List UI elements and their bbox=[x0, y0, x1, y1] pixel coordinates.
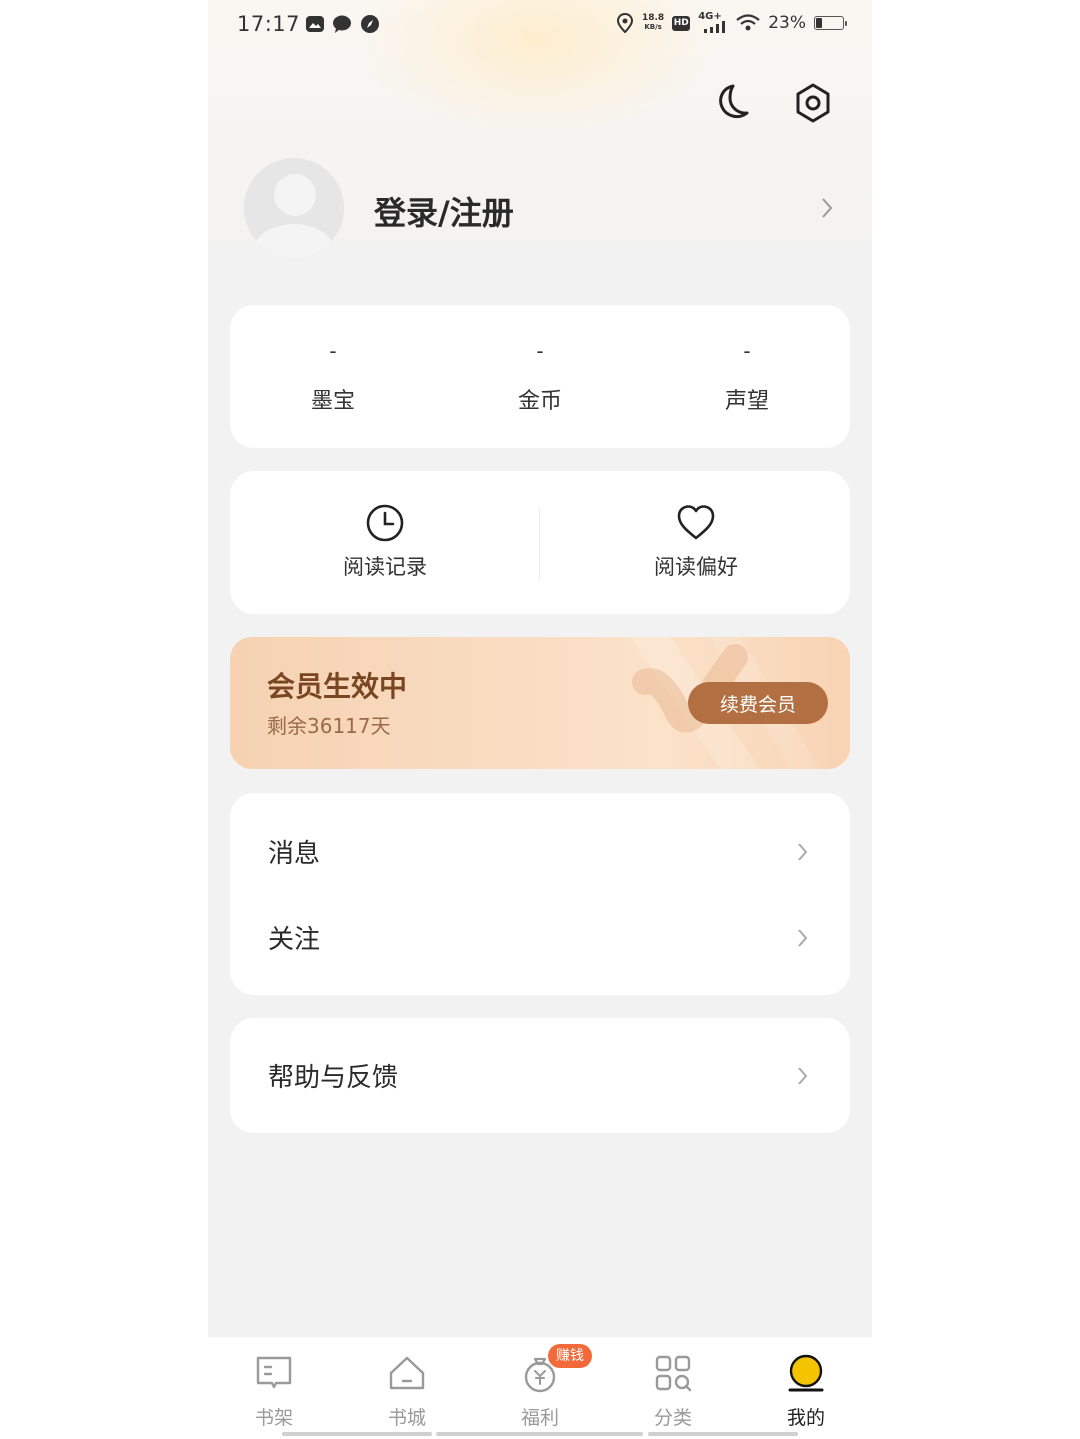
menu-card-social: 消息 关注 bbox=[230, 793, 850, 995]
settings-icon[interactable] bbox=[792, 82, 834, 124]
signal-bars-icon bbox=[704, 21, 726, 33]
tab-label: 我的 bbox=[786, 1407, 825, 1429]
renew-vip-button[interactable]: 续费会员 bbox=[688, 682, 828, 724]
clock-icon bbox=[366, 504, 404, 542]
menu-item-following[interactable]: 关注 bbox=[230, 895, 850, 981]
reading-preference-button[interactable]: 阅读偏好 bbox=[541, 471, 851, 614]
tab-label: 分类 bbox=[653, 1407, 692, 1429]
moon-icon[interactable] bbox=[711, 82, 753, 124]
vip-remaining-days: 剩余36117天 bbox=[267, 714, 391, 738]
home-indicator-segment bbox=[282, 1432, 432, 1436]
profile-icon bbox=[788, 1354, 824, 1392]
tab-bookshelf[interactable]: 书架 bbox=[208, 1337, 340, 1439]
stat-label: 墨宝 bbox=[310, 389, 355, 414]
hd-badge: HD bbox=[672, 15, 691, 31]
vip-status-title: 会员生效中 bbox=[267, 670, 408, 703]
login-row[interactable]: 登录/注册 bbox=[244, 158, 844, 258]
menu-item-help-feedback[interactable]: 帮助与反馈 bbox=[230, 1033, 850, 1119]
divider bbox=[539, 507, 540, 581]
menu-item-messages[interactable]: 消息 bbox=[230, 809, 850, 895]
status-indicators: 18.8 KB/s HD 4G+ 23% bbox=[616, 11, 847, 33]
message-notification-icon bbox=[333, 15, 351, 33]
battery-icon bbox=[814, 16, 847, 30]
heart-icon bbox=[677, 505, 715, 540]
home-indicator-segment bbox=[436, 1432, 643, 1436]
quick-action-label: 阅读偏好 bbox=[654, 555, 738, 579]
stat-label: 声望 bbox=[724, 389, 769, 414]
menu-card-help: 帮助与反馈 bbox=[230, 1018, 850, 1133]
vip-banner[interactable]: 会员生效中 剩余36117天 续费会员 bbox=[230, 637, 850, 769]
battery-level bbox=[816, 18, 822, 28]
location-icon bbox=[616, 13, 633, 33]
app-screen: 17:17 18.8 KB/s HD 4G+ 23% 登录/注册 - 墨宝 - … bbox=[208, 0, 872, 1439]
category-icon bbox=[655, 1355, 692, 1392]
chevron-right-icon bbox=[798, 1067, 808, 1085]
menu-item-label: 帮助与反馈 bbox=[268, 1063, 399, 1093]
tab-label: 福利 bbox=[520, 1407, 559, 1429]
chevron-right-icon bbox=[822, 198, 833, 218]
quick-actions-card: 阅读记录 阅读偏好 bbox=[230, 471, 850, 614]
stats-card: - 墨宝 - 金币 - 声望 bbox=[230, 305, 850, 448]
bookshelf-icon bbox=[256, 1356, 292, 1389]
reading-history-button[interactable]: 阅读记录 bbox=[230, 471, 540, 614]
stat-value: - bbox=[536, 339, 544, 363]
menu-item-label: 消息 bbox=[268, 839, 321, 869]
network-speed-value: 18.8 bbox=[641, 13, 665, 23]
tab-mine[interactable]: 我的 bbox=[740, 1337, 872, 1439]
avatar-body-shape bbox=[252, 224, 336, 258]
gallery-notification-icon bbox=[306, 16, 324, 32]
login-register-link[interactable]: 登录/注册 bbox=[374, 188, 514, 234]
avatar-head-shape bbox=[274, 174, 316, 216]
bottom-tab-bar: 书架 书城 福利 赚钱 分类 我的 bbox=[208, 1337, 872, 1439]
tab-label: 书城 bbox=[387, 1407, 426, 1429]
home-icon bbox=[389, 1356, 425, 1390]
cellular-signal: 4G+ bbox=[698, 11, 728, 33]
chevron-right-icon bbox=[798, 843, 808, 861]
wifi-icon bbox=[736, 14, 760, 31]
tab-label: 书架 bbox=[254, 1407, 293, 1429]
stat-value: - bbox=[329, 339, 337, 363]
network-speed-unit: KB/s bbox=[644, 23, 662, 31]
chevron-right-icon bbox=[798, 929, 808, 947]
compass-notification-icon bbox=[361, 15, 379, 33]
stat-value: - bbox=[743, 339, 751, 363]
home-indicator-segment bbox=[648, 1432, 798, 1436]
avatar[interactable] bbox=[244, 158, 344, 258]
menu-item-label: 关注 bbox=[268, 925, 321, 955]
network-speed: 18.8 KB/s bbox=[642, 14, 664, 32]
status-bar: 17:17 18.8 KB/s HD 4G+ 23% bbox=[208, 0, 872, 52]
earn-money-badge: 赚钱 bbox=[548, 1344, 592, 1368]
tab-category[interactable]: 分类 bbox=[607, 1337, 739, 1439]
quick-action-label: 阅读记录 bbox=[343, 555, 427, 579]
battery-percent: 23% bbox=[768, 13, 806, 33]
stat-label: 金币 bbox=[517, 389, 562, 414]
status-time: 17:17 bbox=[237, 12, 301, 36]
tab-bookstore[interactable]: 书城 bbox=[341, 1337, 473, 1439]
